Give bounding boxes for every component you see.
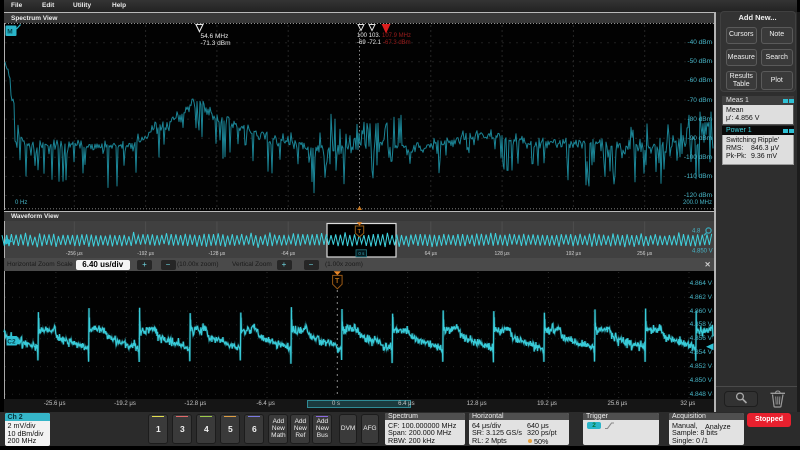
svg-text:4.850 V: 4.850 V <box>692 249 713 255</box>
svg-text:4.8: 4.8 <box>692 229 701 235</box>
svg-text:C2: C2 <box>7 338 16 345</box>
svg-text:0 s: 0 s <box>358 251 365 256</box>
svg-text:T: T <box>335 278 340 285</box>
svg-text:M: M <box>7 28 12 35</box>
